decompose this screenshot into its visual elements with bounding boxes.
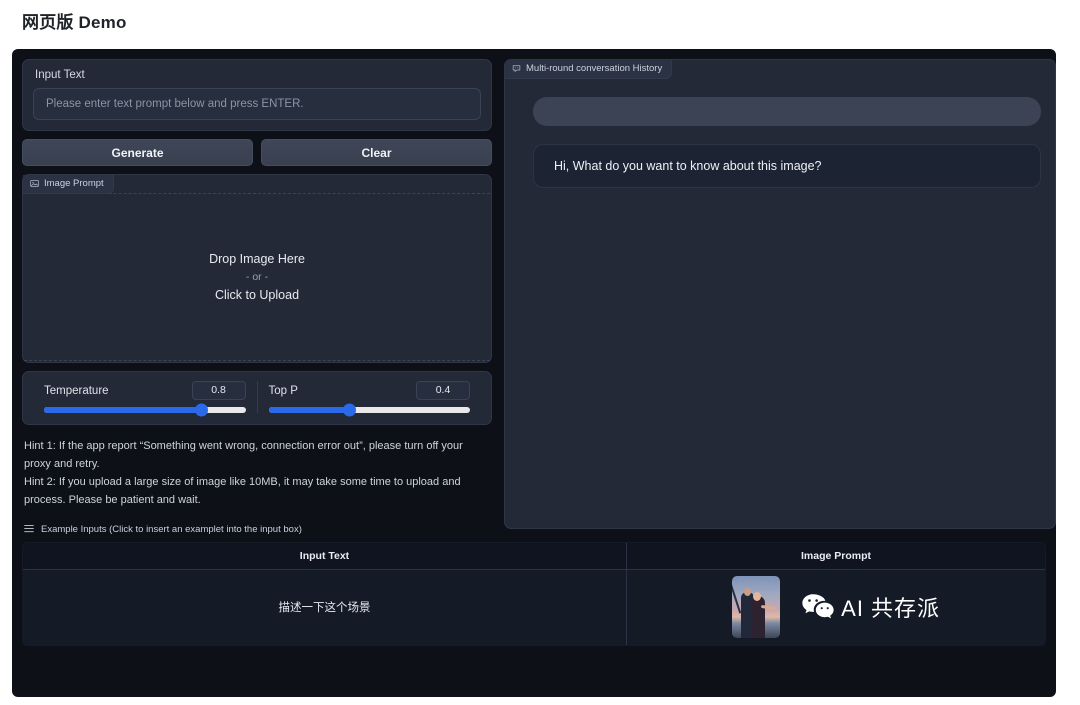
hamburger-icon xyxy=(24,524,34,536)
clear-button[interactable]: Clear xyxy=(261,139,492,166)
image-prompt-panel: Image Prompt Drop Image Here - or - Clic… xyxy=(22,174,492,363)
tab-conversation-history-label: Multi-round conversation History xyxy=(526,63,663,74)
example-inputs-label: Example Inputs (Click to insert an examp… xyxy=(41,524,302,536)
app-shell: Input Text Generate Clear xyxy=(12,49,1056,697)
slider-top-p-value[interactable]: 0.4 xyxy=(416,381,470,400)
watermark-text: AI 共存派 xyxy=(841,596,941,622)
thumbnail-mast xyxy=(731,580,742,614)
input-text-panel: Input Text xyxy=(22,59,492,131)
image-prompt-tabstrip: Image Prompt xyxy=(23,175,491,194)
example-inputs-table: Input Text Image Prompt 描述一下这个场景 AI 共存派 xyxy=(22,541,1046,646)
wechat-icon xyxy=(801,592,835,623)
thumbnail-head-a xyxy=(743,588,751,597)
chat-message-user xyxy=(533,97,1041,126)
chat-message-list: Hi, What do you want to know about this … xyxy=(505,79,1055,188)
example-table-body: 描述一下这个场景 AI 共存派 xyxy=(23,569,1045,645)
slider-top-p-thumb[interactable] xyxy=(342,403,356,417)
main-columns: Input Text Generate Clear xyxy=(12,49,1056,542)
table-row[interactable]: 描述一下这个场景 AI 共存派 xyxy=(23,569,1045,645)
dropzone-or-text: - or - xyxy=(245,271,269,283)
slider-top-p-track[interactable] xyxy=(268,403,470,417)
example-table-head: Input Text Image Prompt xyxy=(23,542,1045,570)
page-title: 网页版 Demo xyxy=(22,13,127,32)
slider-temperature-fill xyxy=(44,407,202,413)
hint-1: Hint 1: If the app report “Something wen… xyxy=(24,440,463,471)
chat-message-assistant: Hi, What do you want to know about this … xyxy=(533,144,1041,188)
left-column: Input Text Generate Clear xyxy=(22,59,492,542)
slider-top-p-fill xyxy=(268,407,350,413)
cell-image-prompt[interactable]: AI 共存派 xyxy=(626,569,1045,645)
slider-temperature-track[interactable] xyxy=(44,403,246,417)
example-inputs-header[interactable]: Example Inputs (Click to insert an examp… xyxy=(24,524,492,536)
slider-top-p-label: Top P xyxy=(268,384,298,397)
thumbnail-head-b xyxy=(752,592,761,602)
tab-image-prompt[interactable]: Image Prompt xyxy=(23,175,114,194)
chat-history-panel: Multi-round conversation History Hi, Wha… xyxy=(504,59,1056,529)
slider-top-p-head: Top P 0.4 xyxy=(268,381,470,400)
dropzone-main-text: Drop Image Here xyxy=(209,252,305,266)
image-dropzone[interactable]: Drop Image Here - or - Click to Upload xyxy=(24,193,490,361)
column-header-input-text: Input Text xyxy=(23,542,627,570)
column-header-image-prompt: Image Prompt xyxy=(626,542,1045,570)
thumbnail-figure-b xyxy=(750,596,765,639)
slider-temperature-label: Temperature xyxy=(44,384,109,397)
dropzone-click-upload-text[interactable]: Click to Upload xyxy=(215,288,299,302)
tab-conversation-history[interactable]: Multi-round conversation History xyxy=(505,60,673,79)
right-column: Multi-round conversation History Hi, Wha… xyxy=(504,59,1056,542)
slider-temperature: Temperature 0.8 xyxy=(33,381,257,417)
input-text-label: Input Text xyxy=(35,69,85,81)
hints-block: Hint 1: If the app report “Something wen… xyxy=(22,437,492,510)
chat-tabstrip: Multi-round conversation History xyxy=(505,60,1055,79)
action-buttons-row: Generate Clear xyxy=(22,139,492,166)
slider-temperature-head: Temperature 0.8 xyxy=(44,381,246,400)
cell-input-text[interactable]: 描述一下这个场景 xyxy=(23,569,627,645)
image-icon xyxy=(30,179,39,188)
tab-image-prompt-label: Image Prompt xyxy=(44,178,104,189)
slider-temperature-value[interactable]: 0.8 xyxy=(191,381,246,400)
hint-2: Hint 2: If you upload a large size of im… xyxy=(24,476,461,507)
watermark: AI 共存派 xyxy=(801,591,940,623)
input-text-field[interactable] xyxy=(33,88,481,120)
table-header-row: Input Text Image Prompt xyxy=(23,542,1045,570)
slider-temperature-thumb[interactable] xyxy=(194,403,208,417)
chat-bubble-icon xyxy=(512,64,521,73)
sliders-panel: Temperature 0.8 Top P 0.4 xyxy=(22,371,492,425)
generate-button[interactable]: Generate xyxy=(22,139,253,166)
example-image-thumbnail[interactable] xyxy=(731,576,780,639)
slider-top-p: Top P 0.4 xyxy=(256,381,482,417)
